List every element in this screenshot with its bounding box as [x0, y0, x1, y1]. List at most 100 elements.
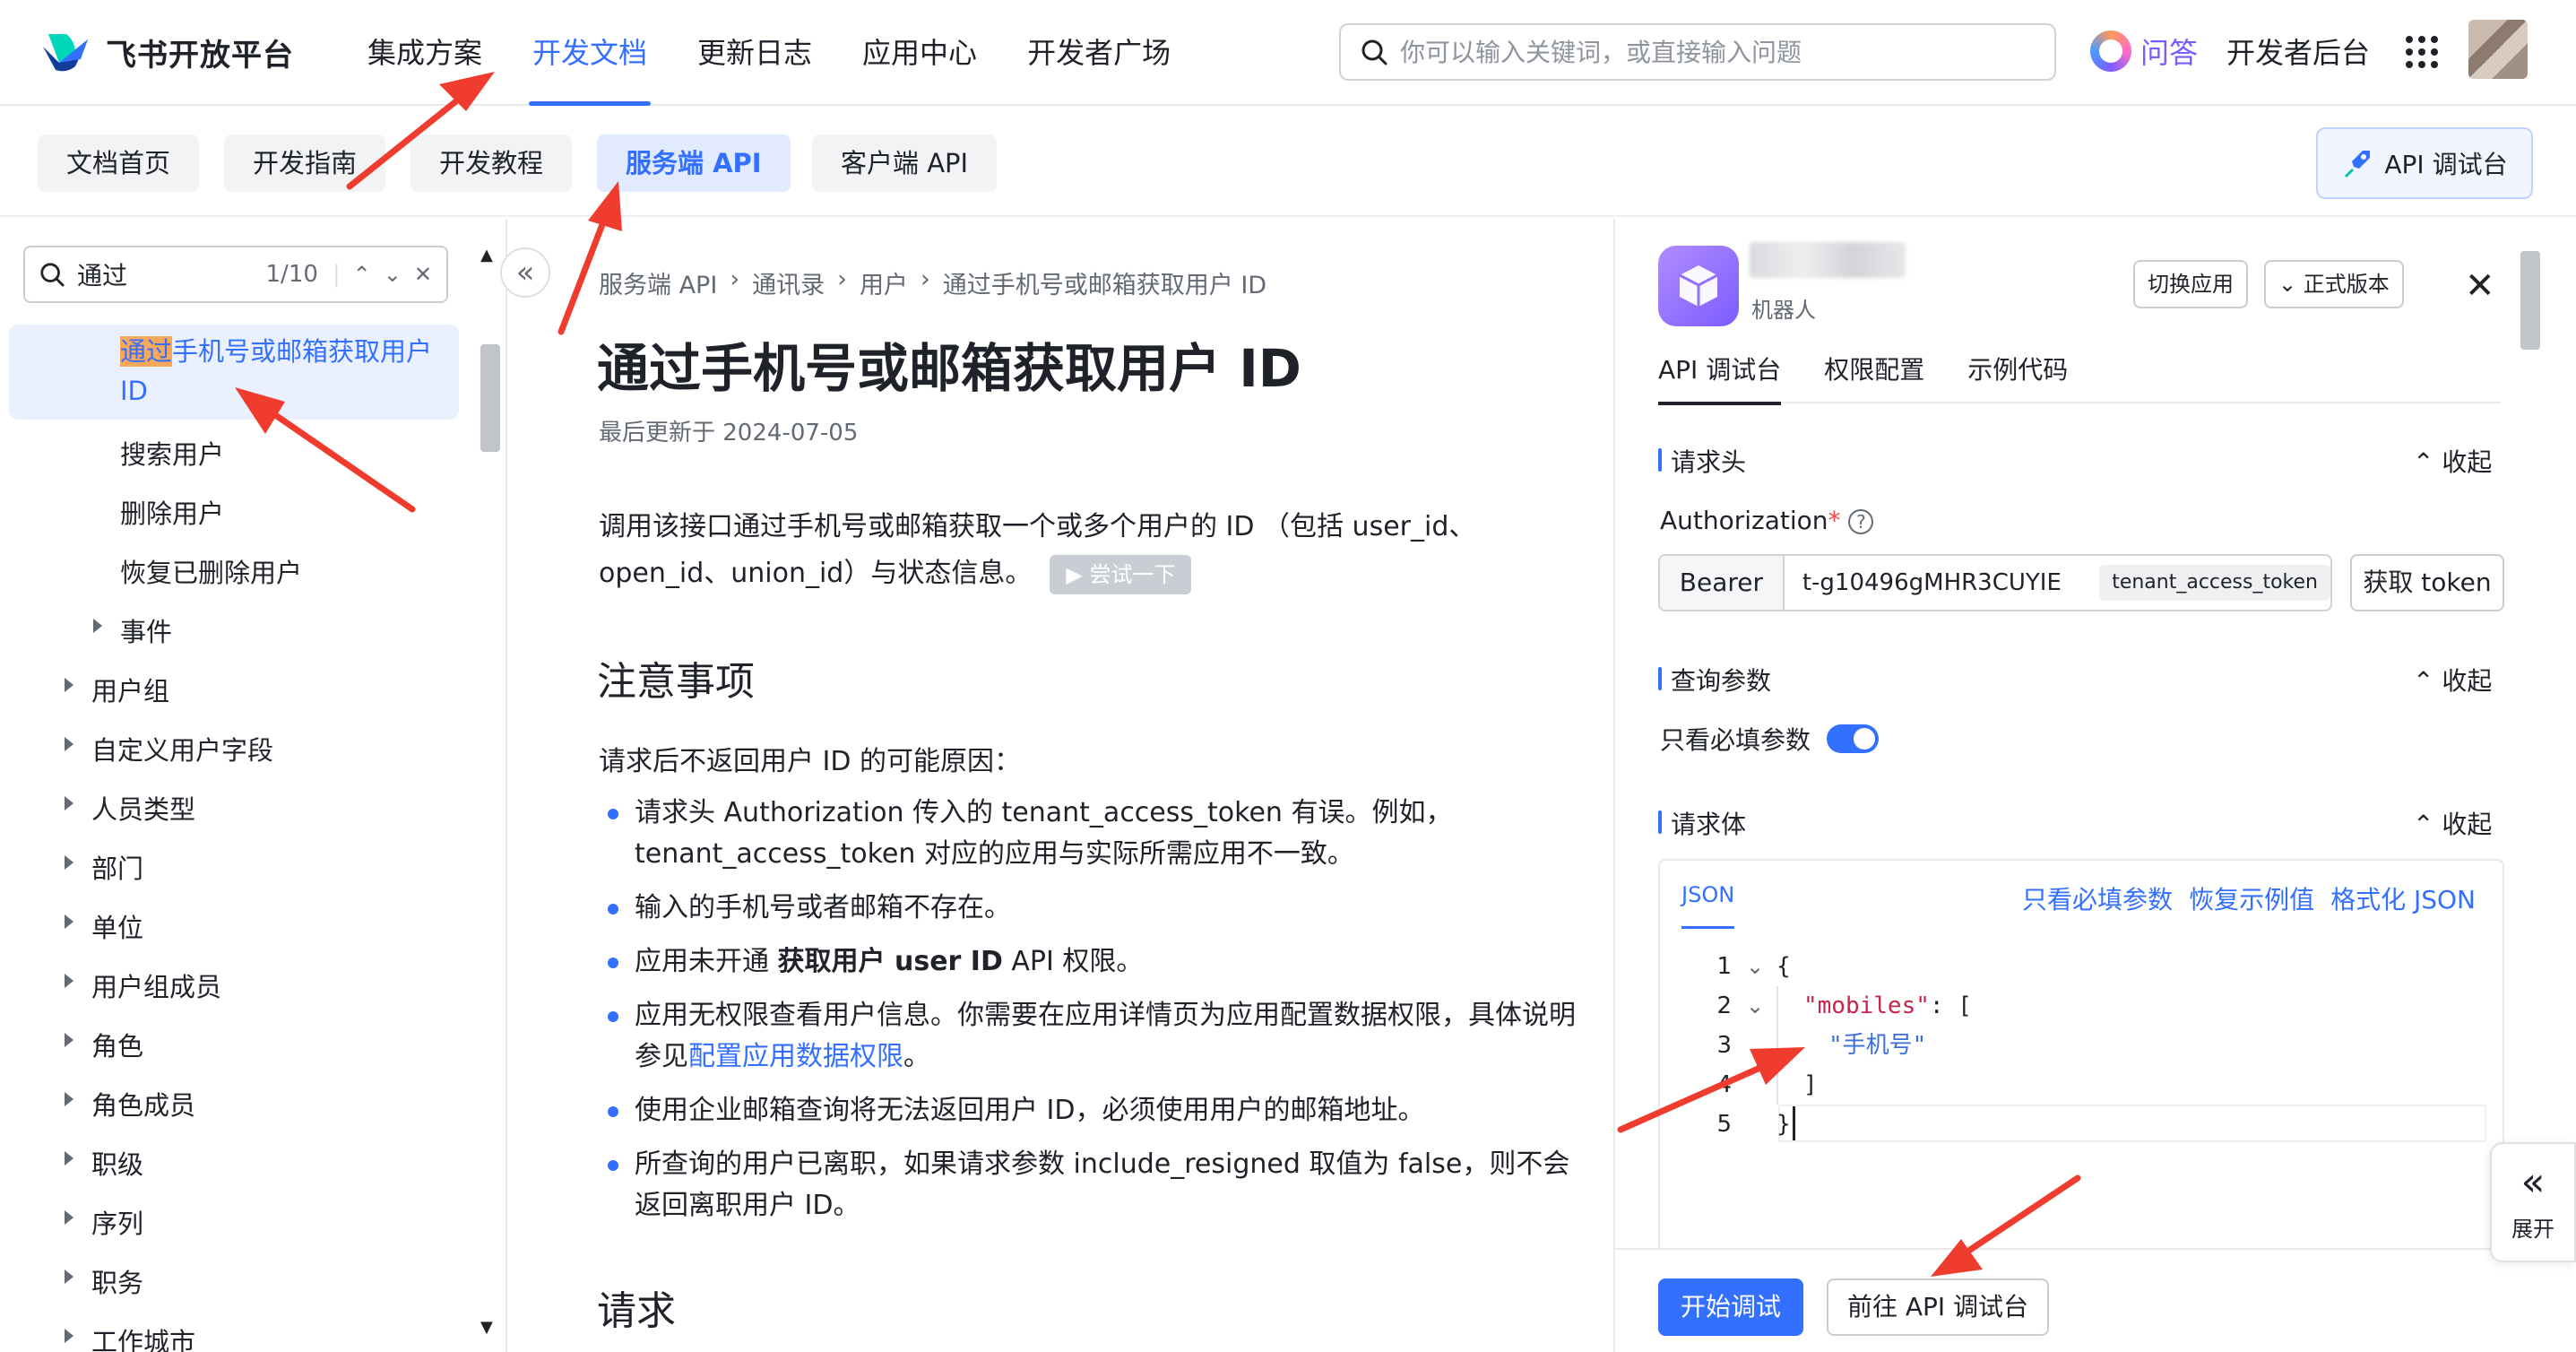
section-request-header: 请求头	[1658, 443, 1746, 479]
nav-item-dev-square[interactable]: 开发者广场	[1027, 0, 1171, 106]
breadcrumb-item[interactable]: 服务端 API	[599, 265, 717, 300]
only-required-label: 只看必填参数	[1660, 725, 1811, 755]
sidebar-item-label: 职务	[91, 1268, 144, 1298]
qa-label: 问答	[2140, 36, 2199, 70]
subtab-client-api[interactable]: 客户端 API	[812, 134, 998, 192]
nav-item-changelog[interactable]: 更新日志	[697, 0, 812, 106]
caret-right-icon	[65, 914, 73, 929]
code-line: 4]	[1716, 1071, 1818, 1098]
close-icon[interactable]: ✕	[2465, 265, 2495, 307]
sidebar-item-label: 序列	[91, 1209, 144, 1239]
divider: |	[332, 261, 341, 288]
nav-item-dev-docs[interactable]: 开发文档	[529, 0, 652, 106]
caret-right-icon	[65, 1151, 73, 1166]
expand-panel-button[interactable]: « 展开	[2490, 1142, 2576, 1262]
chevron-up-icon: ⌃	[2413, 447, 2442, 477]
goto-api-console-button[interactable]: 前往 API 调试台	[1827, 1278, 2049, 1336]
breadcrumb: 服务端 API › 通讯录 › 用户 › 通过手机号或邮箱获取用户 ID	[599, 265, 1266, 300]
global-search-input[interactable]	[1400, 37, 2027, 67]
qa-button[interactable]: 问答	[2090, 30, 2198, 72]
authorization-label: Authorization* ?	[1660, 506, 1874, 535]
only-required-params-link[interactable]: 只看必填参数	[2022, 880, 2173, 916]
token-input[interactable]: t-g10496gMHR3CUYIE	[1802, 569, 2087, 596]
version-select[interactable]: ⌄ 正式版本	[2264, 260, 2404, 308]
ai-assistant-icon	[2090, 30, 2131, 72]
scrollbar-thumb[interactable]	[480, 344, 500, 452]
permission-name: 获取用户 user ID	[777, 946, 1003, 977]
breadcrumb-separator-icon: ›	[837, 265, 847, 293]
scroll-down-icon[interactable]: ▼	[480, 1318, 493, 1337]
feishu-logo-icon	[43, 34, 88, 72]
nav-item-solutions[interactable]: 集成方案	[367, 0, 482, 106]
chevron-up-icon[interactable]: ⌃	[353, 262, 371, 287]
sidebar-item-label: 用户组	[91, 676, 170, 706]
page-title: 通过手机号或邮箱获取用户 ID	[597, 338, 1301, 399]
scrollbar-thumb[interactable]	[2520, 251, 2540, 350]
help-icon[interactable]: ?	[1848, 509, 1874, 534]
close-icon[interactable]: ✕	[414, 262, 432, 287]
search-highlight: 通过	[120, 336, 173, 367]
dev-console-link[interactable]: 开发者后台	[2226, 30, 2370, 72]
caret-right-icon	[65, 1270, 73, 1284]
request-heading: 请求	[597, 1288, 676, 1334]
only-required-toggle[interactable]	[1827, 724, 1880, 753]
subtab-dev-guide[interactable]: 开发指南	[224, 134, 386, 192]
tab-api-console[interactable]: API 调试台	[1658, 350, 1782, 405]
collapse-body-button[interactable]: ⌃ 收起	[2413, 805, 2492, 841]
list-item: 使用企业邮箱查询将无法返回用户 ID，必须使用用户的邮箱地址。	[608, 1090, 1576, 1131]
sidebar-search[interactable]: 通过 1/10 | ⌃ ⌄ ✕	[23, 246, 448, 303]
tab-permissions[interactable]: 权限配置	[1824, 350, 1924, 403]
code-line: 3 "手机号"	[1716, 1032, 1927, 1059]
get-token-button[interactable]: 获取 token	[2350, 554, 2504, 611]
api-console-label: API 调试台	[2384, 150, 2508, 179]
sidebar-search-query[interactable]: 通过	[77, 256, 266, 292]
user-avatar[interactable]	[2468, 20, 2528, 79]
json-editor[interactable]: JSON 只看必填参数 恢复示例值 格式化 JSON 1 ⌄{ 2 ⌄ "mobile…	[1658, 859, 2504, 1298]
cube-icon	[1679, 265, 1718, 307]
api-debug-panel: 机器人 切换应用 ⌄ 正式版本 ✕ API 调试台 权限配置 示例代码 请求头 …	[1613, 219, 2547, 1352]
subtab-server-api[interactable]: 服务端 API	[597, 134, 791, 192]
app-role: 机器人	[1751, 298, 1816, 323]
breadcrumb-item[interactable]: 用户	[860, 265, 908, 300]
caret-right-icon	[65, 1210, 73, 1225]
breadcrumb-item[interactable]: 通讯录	[752, 265, 825, 300]
config-data-permission-link[interactable]: 配置应用数据权限	[688, 1041, 903, 1072]
brand-name: 飞书开放平台	[106, 37, 294, 74]
tab-sample-code[interactable]: 示例代码	[1967, 350, 2068, 403]
search-match-count: 1/10	[265, 261, 318, 288]
restore-example-link[interactable]: 恢复示例值	[2189, 880, 2314, 916]
subtab-dev-tutorial[interactable]: 开发教程	[411, 134, 573, 192]
global-search[interactable]	[1339, 23, 2056, 81]
sidebar-scrollbar[interactable]: ▲ ▼	[477, 246, 502, 1339]
section-query-params: 查询参数	[1658, 662, 1771, 698]
api-console-button[interactable]: API 调试台	[2316, 127, 2533, 199]
scroll-up-icon[interactable]: ▲	[480, 246, 493, 264]
sidebar-item-get-user-id[interactable]: 通过手机号或邮箱获取用户 ID	[9, 325, 459, 420]
doc-subnav: 文档首页 开发指南 开发教程 服务端 API 客户端 API API 调试台	[0, 106, 2576, 217]
sidebar-item-label: 手机号或邮箱获取用户	[172, 336, 433, 367]
caret-right-icon	[65, 1329, 73, 1343]
tab-json[interactable]: JSON	[1681, 861, 1735, 929]
collapse-query-button[interactable]: ⌃ 收起	[2413, 662, 2492, 698]
format-json-link[interactable]: 格式化 JSON	[2330, 880, 2476, 916]
only-required-toggle-row: 只看必填参数	[1660, 721, 1880, 757]
chevron-down-icon[interactable]: ⌄	[384, 262, 402, 287]
fold-chevron-icon[interactable]: ⌄	[1746, 986, 1764, 1026]
caret-right-icon	[65, 796, 73, 810]
start-debug-button[interactable]: 开始调试	[1658, 1278, 1803, 1336]
fold-chevron-icon[interactable]: ⌄	[1746, 947, 1764, 986]
try-it-button[interactable]: ▶ 尝试一下	[1050, 554, 1192, 594]
list-item: 所查询的用户已离职，如果请求参数 include_resigned 取值为 fa…	[608, 1144, 1576, 1226]
panel-footer: 开始调试 前往 API 调试台	[1615, 1248, 2547, 1352]
collapse-header-button[interactable]: ⌃ 收起	[2413, 443, 2492, 479]
nav-item-app-center[interactable]: 应用中心	[862, 0, 977, 106]
brand-logo[interactable]: 飞书开放平台	[39, 27, 294, 77]
list-item: 输入的手机号或者邮箱不存在。	[608, 888, 1576, 929]
app-grid-icon[interactable]	[2406, 36, 2438, 68]
sidebar-item-label: 删除用户	[120, 498, 225, 529]
panel-scrollbar[interactable]	[2515, 246, 2544, 1248]
subtab-doc-home[interactable]: 文档首页	[38, 134, 200, 192]
switch-app-button[interactable]: 切换应用	[2133, 260, 2248, 308]
authorization-field[interactable]: Bearer t-g10496gMHR3CUYIE tenant_access_…	[1658, 554, 2332, 611]
list-item: 应用未开通 获取用户 user ID API 权限。	[608, 941, 1576, 983]
